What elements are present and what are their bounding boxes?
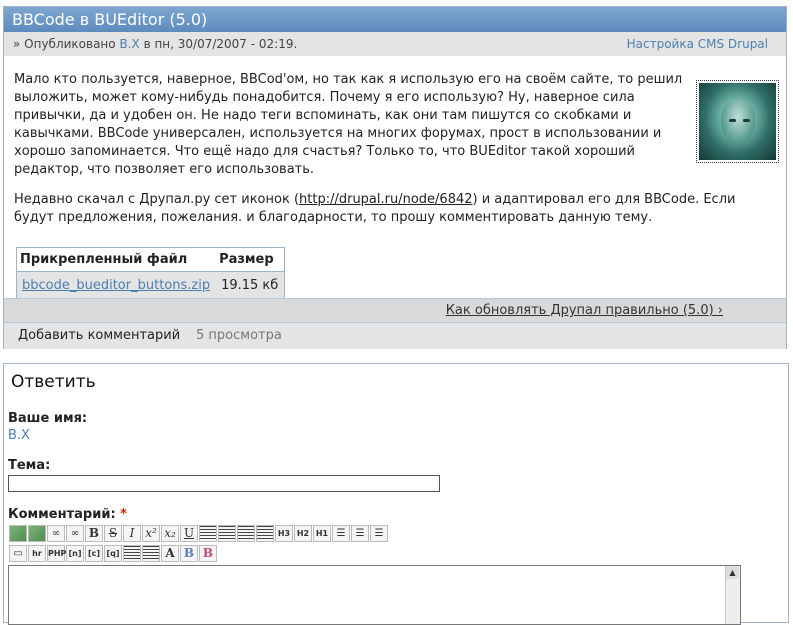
node-content: Мало кто пользуется, наверное, BBCod'ом,… [14,71,735,239]
align-left-icon[interactable] [199,525,217,542]
paragraph-1: Мало кто пользуется, наверное, BBCod'ом,… [14,72,683,177]
attachment-size: 19.15 кб [216,271,285,299]
strikethrough-icon[interactable]: S [104,525,122,542]
align-justify-icon[interactable] [256,525,274,542]
code-icon[interactable]: [c] [85,545,103,562]
quote-icon[interactable]: [q] [104,545,122,562]
reply-form: Ответить Ваше имя: B.X Тема: Комментарий… [3,363,789,625]
required-mark: * [120,507,127,522]
subject-input[interactable] [8,475,440,492]
noparse-icon[interactable]: [n] [66,545,84,562]
submitted-date: в пн, 30/07/2007 - 02:19. [143,37,298,51]
size-icon[interactable] [142,545,160,562]
add-comment-link[interactable]: Добавить комментарий [18,323,180,349]
quote-block-icon[interactable]: ▭ [9,545,27,562]
ordered-list-icon[interactable]: ☰ [351,525,369,542]
insert-link-icon[interactable]: ∞ [47,525,65,542]
list-item-icon[interactable]: ☰ [370,525,388,542]
subject-label: Тема: [8,458,51,473]
insert-url-icon[interactable]: ∞ [66,525,84,542]
bold-icon[interactable]: B [85,525,103,542]
insert-image-icon[interactable] [9,525,27,542]
table-row: bbcode_bueditor_buttons.zip 19.15 кб [16,271,285,299]
superscript-icon[interactable]: x² [142,525,160,542]
italic-icon[interactable]: I [123,525,141,542]
name-label: Ваше имя: [8,411,88,426]
node-panel: BBCode в BUEditor (5.0) » Опубликовано B… [3,6,787,349]
attachments-table: Прикрепленный файл Размер bbcode_buedito… [16,247,286,299]
heading3-icon[interactable]: H3 [275,525,293,542]
node-links: Добавить комментарий 5 просмотра [4,323,786,349]
textarea-scrollbar[interactable]: ▲ [725,566,740,624]
align-center-icon[interactable] [218,525,236,542]
preview-b-icon[interactable]: B [180,545,198,562]
heading2-icon[interactable]: H2 [294,525,312,542]
drupal-node-link[interactable]: http://drupal.ru/node/6842 [299,192,473,207]
color-icon[interactable] [123,545,141,562]
help-b-icon[interactable]: B [199,545,217,562]
php-code-icon[interactable]: PHP [47,545,66,562]
submitted-info: » Опубликовано B.X в пн, 30/07/2007 - 02… [4,32,786,56]
node-title: BBCode в BUEditor (5.0) [4,7,786,32]
attachment-header-size: Размер [216,247,285,272]
paragraph-2: Недавно скачал с Друпал.ру сет иконок (h… [14,192,736,225]
author-link[interactable]: B.X [119,37,139,51]
font-icon[interactable]: A [161,545,179,562]
heading1-icon[interactable]: H1 [313,525,331,542]
subscript-icon[interactable]: x₂ [161,525,179,542]
editor-toolbar-row-1: ∞ ∞ B S Ix² x₂ U H3 H2 H1 ☰ ☰ ☰ [9,525,388,542]
next-page-link[interactable]: Как обновлять Друпал правильно (5.0) › [446,303,723,318]
avatar-image [699,83,776,160]
category-link[interactable]: Настройка CMS Drupal [627,32,768,56]
comment-textarea[interactable]: ▲ [8,565,741,625]
insert-picture-icon[interactable] [28,525,46,542]
book-navigation: Как обновлять Друпал правильно (5.0) › [4,298,786,323]
submitted-prefix: » Опубликовано [13,37,116,51]
underline-icon[interactable]: U [180,525,198,542]
avatar [696,80,779,163]
editor-toolbar-row-2: ▭ hr PHP [n] [c] [q] A B B [9,545,217,562]
read-count: 5 просмотра [196,328,282,343]
comment-label: Комментарий: * [8,507,127,522]
horizontal-rule-icon[interactable]: hr [28,545,46,562]
attachment-header-file: Прикрепленный файл [16,247,217,272]
unordered-list-icon[interactable]: ☰ [332,525,350,542]
scroll-up-icon[interactable]: ▲ [726,566,739,579]
attachment-file-link[interactable]: bbcode_bueditor_buttons.zip [22,278,210,293]
align-right-icon[interactable] [237,525,255,542]
name-value-link[interactable]: B.X [8,428,30,443]
reply-heading: Ответить [11,372,96,392]
